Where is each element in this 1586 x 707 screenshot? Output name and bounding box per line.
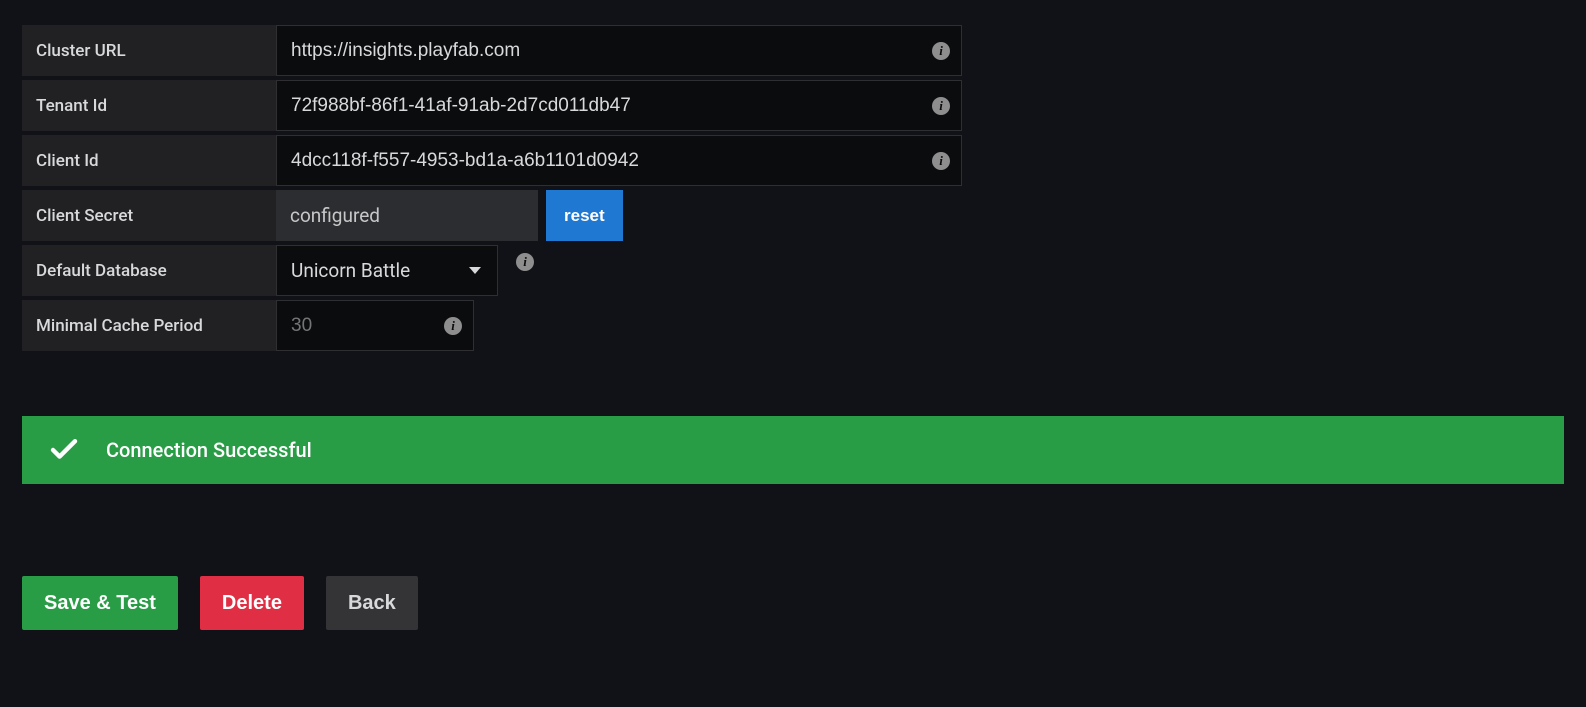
client-secret-row: Client Secret configured reset bbox=[22, 190, 1564, 241]
minimal-cache-input-wrapper: i bbox=[276, 300, 474, 351]
delete-button[interactable]: Delete bbox=[200, 576, 304, 630]
minimal-cache-label: Minimal Cache Period bbox=[22, 300, 276, 351]
cluster-url-input-wrapper: i bbox=[276, 25, 962, 76]
info-icon[interactable]: i bbox=[516, 253, 534, 271]
reset-button[interactable]: reset bbox=[546, 190, 623, 241]
minimal-cache-row: Minimal Cache Period i bbox=[22, 300, 1564, 351]
tenant-id-row: Tenant Id i bbox=[22, 80, 1564, 131]
default-database-dropdown[interactable]: Unicorn Battle bbox=[276, 245, 498, 296]
client-id-row: Client Id i bbox=[22, 135, 1564, 186]
client-id-input-wrapper: i bbox=[276, 135, 962, 186]
tenant-id-label: Tenant Id bbox=[22, 80, 276, 131]
client-id-label: Client Id bbox=[22, 135, 276, 186]
info-icon[interactable]: i bbox=[932, 152, 950, 170]
default-database-label: Default Database bbox=[22, 245, 276, 296]
client-secret-label: Client Secret bbox=[22, 190, 276, 241]
default-database-row: Default Database Unicorn Battle i bbox=[22, 245, 1564, 296]
cluster-url-label: Cluster URL bbox=[22, 25, 276, 76]
cluster-url-input[interactable] bbox=[276, 25, 962, 76]
client-id-input[interactable] bbox=[276, 135, 962, 186]
check-icon bbox=[50, 439, 78, 461]
save-test-button[interactable]: Save & Test bbox=[22, 576, 178, 630]
chevron-down-icon bbox=[469, 267, 481, 274]
settings-form: Cluster URL i Tenant Id i Client Id i Cl… bbox=[0, 0, 1586, 351]
tenant-id-input-wrapper: i bbox=[276, 80, 962, 131]
back-button[interactable]: Back bbox=[326, 576, 418, 630]
connection-success-alert: Connection Successful bbox=[22, 416, 1564, 484]
action-buttons: Save & Test Delete Back bbox=[22, 576, 1564, 630]
info-icon[interactable]: i bbox=[932, 42, 950, 60]
info-icon[interactable]: i bbox=[444, 317, 462, 335]
default-database-selected: Unicorn Battle bbox=[291, 259, 410, 282]
info-icon[interactable]: i bbox=[932, 97, 950, 115]
alert-message: Connection Successful bbox=[106, 438, 312, 462]
client-secret-status: configured bbox=[276, 190, 538, 241]
cluster-url-row: Cluster URL i bbox=[22, 25, 1564, 76]
tenant-id-input[interactable] bbox=[276, 80, 962, 131]
